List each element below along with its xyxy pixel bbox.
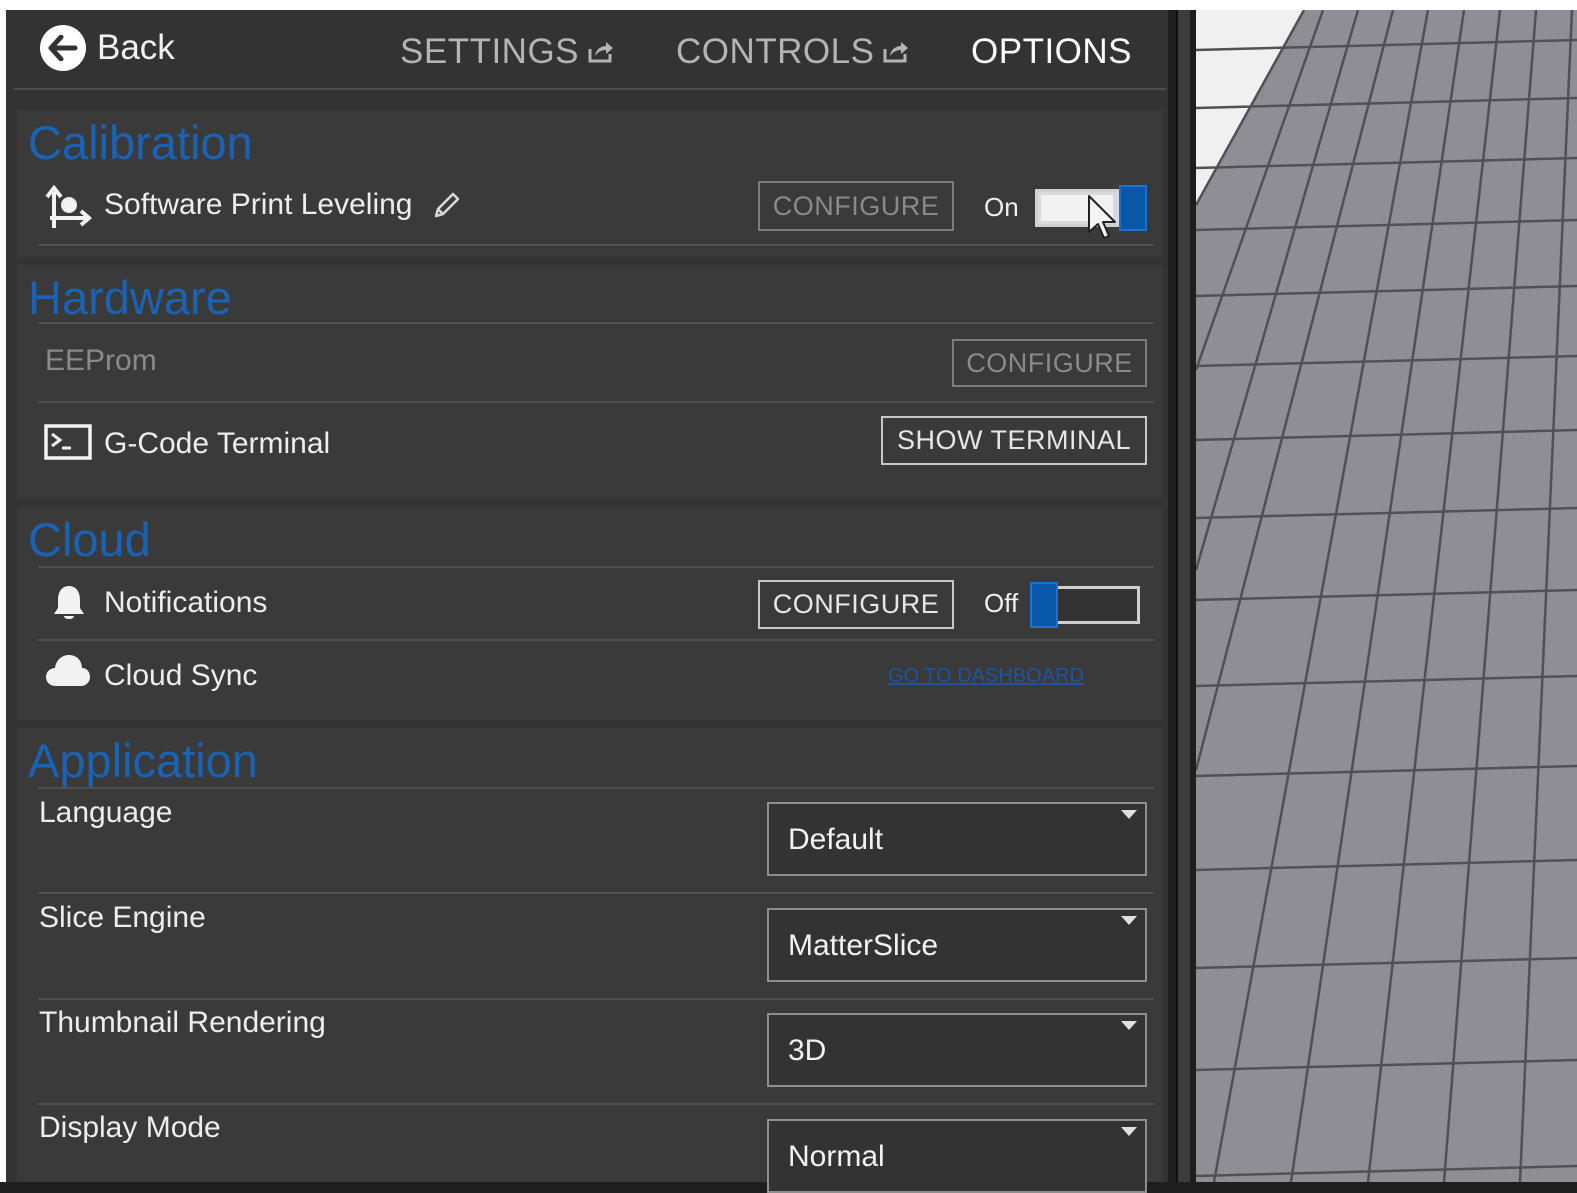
row-divider bbox=[38, 1103, 1154, 1105]
popout-icon bbox=[588, 42, 614, 63]
tab-controls[interactable]: CONTROLS bbox=[676, 32, 910, 72]
slice-engine-select[interactable]: MatterSlice bbox=[767, 908, 1147, 982]
section-divider bbox=[38, 322, 1154, 324]
tab-settings[interactable]: SETTINGS bbox=[400, 32, 615, 72]
dropdown-caret-icon bbox=[1121, 1127, 1137, 1136]
toggle-knob bbox=[1030, 582, 1058, 628]
tab-settings-label: SETTINGS bbox=[400, 32, 580, 71]
show-terminal-button[interactable]: SHOW TERMINAL bbox=[881, 416, 1147, 465]
row-divider bbox=[38, 998, 1154, 1000]
cloud-icon bbox=[46, 655, 90, 686]
print-bed-grid bbox=[1196, 10, 1577, 1182]
calibration-section: Calibration bbox=[17, 110, 1163, 257]
header-divider bbox=[14, 88, 1166, 90]
row-divider bbox=[38, 401, 1154, 403]
tab-options-label: OPTIONS bbox=[971, 32, 1133, 71]
back-button[interactable]: Back bbox=[40, 24, 175, 72]
mouse-cursor-icon bbox=[1088, 195, 1116, 239]
thumbnail-rendering-select[interactable]: 3D bbox=[767, 1013, 1147, 1087]
go-to-dashboard-link[interactable]: GO TO DASHBOARD bbox=[888, 665, 1084, 688]
tab-options[interactable]: OPTIONS bbox=[971, 32, 1132, 72]
back-arrow-icon bbox=[40, 25, 86, 71]
toggle-knob bbox=[1119, 185, 1147, 231]
window-border-top bbox=[0, 0, 1577, 10]
calibration-title: Calibration bbox=[28, 116, 253, 169]
row-divider bbox=[38, 244, 1154, 246]
section-divider bbox=[38, 787, 1154, 789]
hardware-title: Hardware bbox=[28, 271, 232, 324]
eeprom-label: EEProm bbox=[45, 344, 157, 377]
display-mode-label: Display Mode bbox=[39, 1111, 221, 1144]
language-value: Default bbox=[788, 823, 884, 856]
section-divider bbox=[38, 566, 1154, 568]
thumbnail-rendering-label: Thumbnail Rendering bbox=[39, 1006, 326, 1039]
leveling-icon bbox=[45, 184, 92, 228]
panel-splitter[interactable] bbox=[1168, 10, 1196, 1182]
bell-icon bbox=[54, 586, 84, 619]
dropdown-caret-icon bbox=[1121, 1021, 1137, 1030]
cloud-sync-label: Cloud Sync bbox=[104, 659, 258, 692]
dropdown-caret-icon bbox=[1121, 916, 1137, 925]
popout-icon bbox=[883, 42, 909, 63]
tab-controls-label: CONTROLS bbox=[676, 32, 875, 71]
3d-viewport[interactable] bbox=[1196, 10, 1577, 1182]
row-divider bbox=[38, 639, 1154, 641]
language-label: Language bbox=[39, 796, 173, 829]
notifications-toggle[interactable] bbox=[1030, 582, 1140, 628]
dropdown-caret-icon bbox=[1121, 810, 1137, 819]
slice-engine-label: Slice Engine bbox=[39, 901, 206, 934]
application-title: Application bbox=[28, 734, 258, 787]
row-divider bbox=[38, 892, 1154, 894]
edit-pencil-icon[interactable] bbox=[432, 190, 462, 220]
software-print-leveling-label: Software Print Leveling bbox=[104, 188, 413, 221]
cloud-title: Cloud bbox=[28, 513, 151, 566]
notifications-configure-button[interactable]: CONFIGURE bbox=[758, 580, 954, 629]
slice-engine-value: MatterSlice bbox=[788, 929, 939, 962]
leveling-toggle-label: On bbox=[984, 192, 1019, 222]
gcode-terminal-label: G-Code Terminal bbox=[104, 427, 331, 460]
options-header: Back SETTINGS CONTROLS OPTIONS bbox=[6, 10, 1168, 88]
thumbnail-rendering-value: 3D bbox=[788, 1034, 827, 1067]
language-select[interactable]: Default bbox=[767, 802, 1147, 876]
notifications-label: Notifications bbox=[104, 586, 268, 619]
display-mode-value: Normal bbox=[788, 1140, 885, 1173]
eeprom-configure-button[interactable]: CONFIGURE bbox=[952, 339, 1147, 387]
back-label: Back bbox=[97, 28, 175, 67]
leveling-configure-button[interactable]: CONFIGURE bbox=[758, 181, 954, 231]
terminal-icon bbox=[44, 424, 92, 460]
notifications-toggle-label: Off bbox=[984, 588, 1019, 618]
